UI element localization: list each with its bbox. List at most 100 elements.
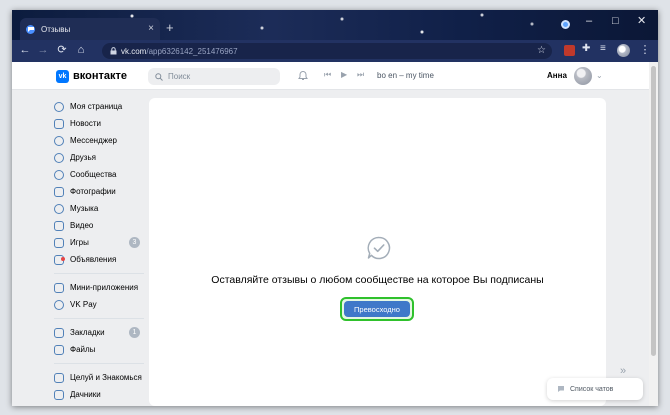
- menu-item-news[interactable]: Новости: [54, 115, 146, 132]
- music-note-icon: [54, 203, 64, 214]
- maximize-button[interactable]: □: [612, 16, 619, 27]
- empty-state-message: Оставляйте отзывы о любом сообществе на …: [211, 274, 544, 286]
- menu-item-label: Новости: [70, 119, 101, 128]
- menu-item-music[interactable]: Музыка: [54, 200, 146, 217]
- puzzle-extensions-icon[interactable]: ✚: [582, 43, 593, 54]
- menu-item-bookmarks[interactable]: Закладки 1: [54, 324, 146, 341]
- back-arrow-icon[interactable]: ←: [18, 45, 32, 56]
- counter-badge: 1: [129, 327, 140, 338]
- browser-tab[interactable]: Отзывы ×: [20, 18, 160, 40]
- chat-bubble-icon: [557, 380, 565, 398]
- url-host: vk.com: [121, 46, 147, 56]
- new-tab-button[interactable]: +: [166, 21, 174, 34]
- menu-item-app-dachniki[interactable]: Дачники: [54, 386, 146, 403]
- menu-item-friends[interactable]: Друзья: [54, 149, 146, 166]
- counter-badge: 3: [129, 237, 140, 248]
- groups-icon: [54, 169, 64, 180]
- media-queue-icon[interactable]: ≡: [600, 43, 611, 54]
- kebab-menu-icon[interactable]: ⋮: [638, 45, 652, 56]
- menu-item-video[interactable]: Видео: [54, 217, 146, 234]
- menu-item-games[interactable]: Игры 3: [54, 234, 146, 251]
- menu-item-messenger[interactable]: Мессенджер: [54, 132, 146, 149]
- chat-list-label: Список чатов: [570, 385, 614, 393]
- friends-icon: [54, 152, 64, 163]
- chat-list-button[interactable]: Список чатов: [547, 378, 643, 400]
- search-placeholder: Поиск: [168, 72, 191, 81]
- menu-divider: [54, 273, 144, 274]
- check-bubble-icon: [366, 235, 392, 266]
- user-name[interactable]: Анна: [547, 71, 567, 80]
- chrome-profile-icon[interactable]: [561, 20, 570, 29]
- menu-item-communities[interactable]: Сообщества: [54, 166, 146, 183]
- menu-item-label: Игры: [70, 238, 89, 247]
- player-track-title[interactable]: bo en – my time: [377, 71, 434, 80]
- highlight-frame: Превосходно: [340, 297, 414, 321]
- menu-item-label: Музыка: [70, 204, 99, 213]
- vk-brand[interactable]: вконтакте: [73, 70, 127, 82]
- menu-item-label: Дачники: [70, 390, 101, 399]
- menu-item-label: Файлы: [70, 345, 96, 354]
- app-icon: [54, 372, 64, 383]
- file-icon: [54, 344, 64, 355]
- menu-item-label: Объявления: [70, 255, 117, 264]
- menu-divider: [54, 363, 144, 364]
- search-input[interactable]: Поиск: [148, 68, 280, 85]
- menu-item-classifieds[interactable]: Объявления: [54, 251, 146, 268]
- message-bubble-icon: [54, 135, 64, 146]
- menu-item-label: Друзья: [70, 153, 96, 162]
- vk-logo-icon[interactable]: vk: [56, 70, 69, 83]
- bookmark-star-icon[interactable]: ☆: [537, 45, 546, 56]
- close-window-button[interactable]: ✕: [637, 16, 646, 27]
- app-icon: [54, 389, 64, 400]
- notifications-bell-icon[interactable]: [298, 70, 308, 84]
- browser-toolbar: ← → ⟳ ⌂ vk.com/app6326142_251476967 ☆ ✚ …: [12, 40, 658, 62]
- excellent-button[interactable]: Превосходно: [344, 301, 410, 317]
- photo-icon: [54, 186, 64, 197]
- home-icon[interactable]: ⌂: [74, 45, 88, 56]
- profile-avatar-icon[interactable]: [617, 44, 630, 57]
- menu-item-label: Фотографии: [70, 187, 116, 196]
- star-icon: [54, 327, 64, 338]
- url-text: vk.com/app6326142_251476967: [121, 47, 238, 56]
- scrollbar-thumb[interactable]: [651, 66, 656, 356]
- menu-item-label: Мессенджер: [70, 136, 117, 145]
- left-menu: Моя страница Новости Мессенджер Друзья С…: [54, 98, 146, 403]
- collapse-chevrons-icon[interactable]: »: [620, 365, 626, 377]
- gamepad-icon: [54, 237, 64, 248]
- play-icon[interactable]: ▶: [341, 71, 347, 79]
- address-bar[interactable]: vk.com/app6326142_251476967 ☆: [102, 43, 552, 59]
- menu-item-label: VK Pay: [70, 300, 97, 309]
- next-track-icon[interactable]: ⏭: [357, 71, 364, 79]
- classifieds-icon: [54, 254, 65, 265]
- menu-item-app-kiss[interactable]: Целуй и Знакомься: [54, 369, 146, 386]
- menu-divider: [54, 318, 144, 319]
- forward-arrow-icon[interactable]: →: [36, 45, 50, 56]
- menu-item-label: Закладки: [70, 328, 105, 337]
- menu-item-label: Сообщества: [70, 170, 117, 179]
- menu-item-photos[interactable]: Фотографии: [54, 183, 146, 200]
- vkpay-icon: [54, 299, 64, 310]
- chevron-down-icon[interactable]: ⌄: [596, 71, 603, 80]
- reload-icon[interactable]: ⟳: [55, 45, 69, 56]
- new-dot: [61, 256, 65, 261]
- chat-favicon-icon: [26, 24, 35, 34]
- menu-item-label: Мини-приложения: [70, 283, 139, 292]
- menu-item-mini-apps[interactable]: Мини-приложения: [54, 279, 146, 296]
- menu-item-label: Целуй и Знакомься: [70, 373, 142, 382]
- page-scrollbar[interactable]: [649, 62, 658, 406]
- tab-close-icon[interactable]: ×: [148, 24, 154, 34]
- menu-item-files[interactable]: Файлы: [54, 341, 146, 358]
- extension-icon[interactable]: [564, 45, 575, 56]
- menu-item-vk-pay[interactable]: VK Pay: [54, 296, 146, 313]
- browser-window: Отзывы × + – □ ✕ ← → ⟳ ⌂ vk.com/app63261…: [12, 10, 658, 406]
- menu-item-label: Моя страница: [70, 102, 123, 111]
- user-circle-icon: [54, 101, 64, 112]
- tab-title: Отзывы: [41, 24, 71, 34]
- minimize-button[interactable]: –: [586, 16, 592, 27]
- previous-track-icon[interactable]: ⏮: [324, 71, 331, 79]
- search-icon: [155, 68, 163, 86]
- avatar[interactable]: [574, 67, 592, 85]
- newspaper-icon: [54, 118, 64, 129]
- menu-item-label: Видео: [70, 221, 94, 230]
- menu-item-my-page[interactable]: Моя страница: [54, 98, 146, 115]
